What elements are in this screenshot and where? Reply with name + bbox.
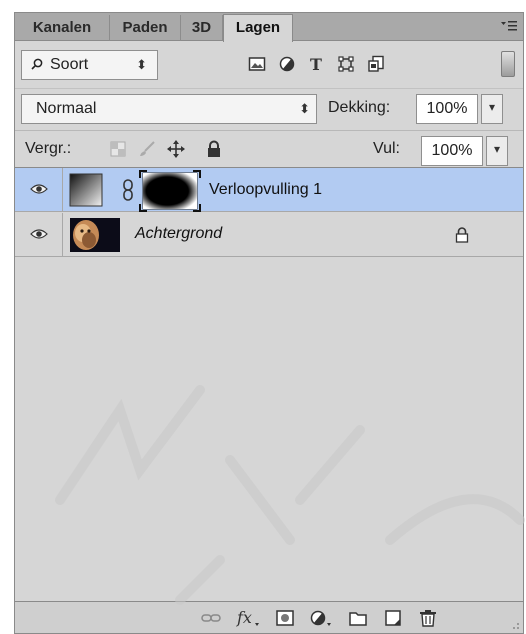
updown-chevron-icon: ⬍ bbox=[136, 57, 147, 72]
fx-icon[interactable]: fx bbox=[236, 609, 262, 627]
lock-row: Vergr.: Vul: 100% ▾ bbox=[15, 130, 523, 166]
filter-kind-select[interactable]: Soort ⬍ bbox=[21, 50, 158, 80]
layer-lock-icon bbox=[455, 227, 469, 243]
blend-mode-label: Normaal bbox=[36, 100, 97, 117]
shape-filter-icon[interactable] bbox=[337, 55, 355, 73]
smart-object-filter-icon[interactable] bbox=[367, 55, 385, 73]
tab-paden[interactable]: Paden bbox=[110, 15, 181, 41]
filter-toggle-switch[interactable] bbox=[501, 51, 515, 77]
lock-transparency-icon[interactable] bbox=[109, 140, 127, 158]
lock-label: Vergr.: bbox=[25, 140, 72, 157]
layer-row-gradient-fill[interactable]: Verloopvulling 1 bbox=[15, 168, 523, 212]
layers-list: Verloopvulling 1 Achtergrond bbox=[15, 167, 523, 603]
add-mask-icon[interactable] bbox=[275, 609, 295, 627]
tab-lagen[interactable]: Lagen bbox=[223, 14, 293, 42]
layer-mask-thumbnail[interactable] bbox=[139, 170, 201, 212]
fill-input[interactable]: 100% bbox=[421, 136, 483, 166]
layers-panel: Kanalen Paden 3D Lagen Soort ⬍ T Normaal… bbox=[14, 12, 524, 634]
tab-kanalen[interactable]: Kanalen bbox=[15, 15, 110, 41]
new-group-folder-icon[interactable] bbox=[348, 609, 368, 627]
opacity-input[interactable]: 100% bbox=[416, 94, 478, 124]
layer-row-background[interactable]: Achtergrond bbox=[15, 213, 523, 257]
lock-pixels-brush-icon[interactable] bbox=[138, 140, 156, 158]
layers-bottom-toolbar: fx bbox=[15, 601, 523, 633]
link-layers-icon[interactable] bbox=[201, 609, 221, 627]
chevron-down-icon: ▾ bbox=[488, 100, 496, 114]
svg-text:T: T bbox=[310, 55, 322, 73]
filter-row: Soort ⬍ T bbox=[15, 46, 523, 82]
lock-position-move-icon[interactable] bbox=[167, 140, 185, 158]
panel-tab-bar: Kanalen Paden 3D Lagen bbox=[15, 13, 523, 42]
type-filter-icon[interactable]: T bbox=[307, 55, 325, 73]
blend-mode-select[interactable]: Normaal ⬍ bbox=[21, 94, 317, 124]
layer-name[interactable]: Verloopvulling 1 bbox=[209, 181, 322, 199]
opacity-dropdown-button[interactable]: ▾ bbox=[481, 94, 503, 124]
lock-all-icon[interactable] bbox=[205, 140, 223, 158]
gradient-thumbnail[interactable] bbox=[69, 173, 103, 207]
eye-icon bbox=[30, 229, 48, 239]
visibility-toggle[interactable] bbox=[15, 213, 63, 257]
search-icon bbox=[31, 58, 43, 70]
mask-link-chain-icon[interactable] bbox=[121, 179, 135, 201]
chevron-down-icon: ▾ bbox=[493, 142, 501, 156]
fill-dropdown-button[interactable]: ▾ bbox=[486, 136, 508, 166]
svg-text:fx: fx bbox=[236, 609, 252, 627]
panel-menu-icon[interactable] bbox=[501, 19, 517, 33]
adjustment-filter-icon[interactable] bbox=[278, 55, 296, 73]
visibility-toggle[interactable] bbox=[15, 168, 63, 212]
layer-name[interactable]: Achtergrond bbox=[135, 225, 222, 243]
tab-3d[interactable]: 3D bbox=[181, 15, 223, 41]
opacity-label: Dekking: bbox=[328, 99, 391, 116]
resize-grip-icon[interactable] bbox=[510, 620, 520, 630]
new-layer-icon[interactable] bbox=[383, 609, 403, 627]
fill-label: Vul: bbox=[373, 140, 400, 157]
filter-kind-label: Soort bbox=[50, 56, 89, 73]
background-image-thumbnail[interactable] bbox=[70, 218, 120, 252]
updown-chevron-icon: ⬍ bbox=[299, 101, 310, 116]
image-filter-icon[interactable] bbox=[248, 55, 266, 73]
delete-trash-icon[interactable] bbox=[418, 609, 438, 627]
blend-row: Normaal ⬍ Dekking: 100% ▾ bbox=[15, 88, 523, 124]
new-adjustment-layer-icon[interactable] bbox=[309, 609, 333, 627]
eye-icon bbox=[30, 184, 48, 194]
